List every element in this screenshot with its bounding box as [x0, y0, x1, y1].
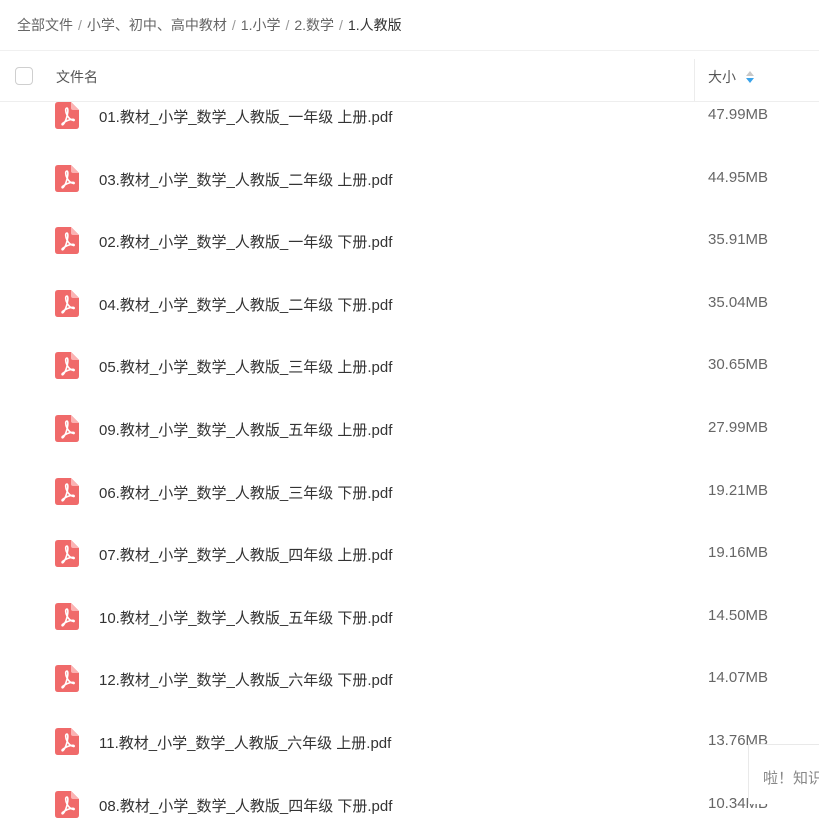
- file-name[interactable]: 07.教材_小学_数学_人教版_四年级 上册.pdf: [99, 544, 392, 565]
- breadcrumb-separator: /: [231, 17, 236, 33]
- breadcrumb-separator: /: [339, 17, 343, 33]
- file-name[interactable]: 12.教材_小学_数学_人教版_六年级 下册.pdf: [99, 669, 392, 690]
- pdf-icon: [55, 289, 79, 317]
- file-name[interactable]: 04.教材_小学_数学_人教版_二年级 下册.pdf: [99, 294, 392, 315]
- file-size: 35.91MB: [708, 231, 769, 249]
- file-row[interactable]: 12.教材_小学_数学_人教版_六年级 下册.pdf 14.07MB: [0, 647, 819, 710]
- breadcrumb-separator: /: [285, 17, 290, 33]
- file-name[interactable]: 05.教材_小学_数学_人教版_三年级 上册.pdf: [99, 356, 392, 377]
- file-name[interactable]: 01.教材_小学_数学_人教版_一年级 上册.pdf: [99, 106, 392, 127]
- select-all-checkbox[interactable]: [15, 67, 33, 85]
- breadcrumb-link[interactable]: 1.小学: [241, 15, 281, 35]
- file-size: 14.50MB: [708, 606, 769, 624]
- file-row[interactable]: 05.教材_小学_数学_人教版_三年级 上册.pdf 30.65MB: [0, 334, 819, 397]
- file-row[interactable]: 01.教材_小学_数学_人教版_一年级 上册.pdf 47.99MB: [0, 84, 819, 147]
- file-name[interactable]: 02.教材_小学_数学_人教版_一年级 下册.pdf: [99, 231, 392, 252]
- pdf-icon: [55, 540, 79, 568]
- file-row[interactable]: 02.教材_小学_数学_人教版_一年级 下册.pdf 35.91MB: [0, 209, 819, 272]
- file-row[interactable]: 09.教材_小学_数学_人教版_五年级 上册.pdf 27.99MB: [0, 397, 819, 460]
- breadcrumb-link[interactable]: 全部文件: [17, 15, 73, 35]
- file-name[interactable]: 03.教材_小学_数学_人教版_二年级 上册.pdf: [99, 169, 392, 190]
- floating-panel[interactable]: 啦！知识: [748, 744, 819, 804]
- file-name[interactable]: 08.教材_小学_数学_人教版_四年级 下册.pdf: [99, 795, 392, 816]
- pdf-icon: [55, 227, 79, 255]
- floating-panel-text: 啦！知识: [763, 770, 819, 787]
- file-size: 44.95MB: [708, 168, 769, 186]
- pdf-icon: [55, 102, 79, 129]
- file-name[interactable]: 06.教材_小学_数学_人教版_三年级 下册.pdf: [99, 482, 392, 503]
- file-name[interactable]: 10.教材_小学_数学_人教版_五年级 下册.pdf: [99, 607, 392, 628]
- breadcrumb-separator: /: [78, 17, 82, 33]
- file-list: 01.教材_小学_数学_人教版_一年级 上册.pdf 47.99MB 03.教材_小…: [0, 84, 819, 819]
- pdf-icon: [55, 602, 79, 630]
- pdf-icon: [55, 164, 79, 192]
- pdf-icon: [55, 352, 79, 380]
- sort-icon[interactable]: [746, 71, 754, 83]
- file-size: 30.65MB: [708, 356, 769, 374]
- pdf-icon: [55, 477, 79, 505]
- breadcrumb: 全部文件 / 小学、初中、高中教材/1.小学/2.数学/1.人教版: [17, 14, 402, 36]
- file-size: 19.16MB: [708, 544, 769, 562]
- file-size: 14.07MB: [708, 669, 769, 687]
- file-row[interactable]: 06.教材_小学_数学_人教版_三年级 下册.pdf 19.21MB: [0, 460, 819, 523]
- file-size: 19.21MB: [708, 481, 769, 499]
- file-name[interactable]: 09.教材_小学_数学_人教版_五年级 上册.pdf: [99, 419, 392, 440]
- breadcrumb-link[interactable]: 2.数学: [294, 15, 334, 35]
- file-row[interactable]: 07.教材_小学_数学_人教版_四年级 上册.pdf 19.16MB: [0, 522, 819, 585]
- file-row[interactable]: 03.教材_小学_数学_人教版_二年级 上册.pdf 44.95MB: [0, 147, 819, 210]
- pdf-icon: [55, 727, 79, 755]
- file-size: 47.99MB: [708, 106, 769, 123]
- file-name[interactable]: 11.教材_小学_数学_人教版_六年级 上册.pdf: [99, 732, 391, 753]
- pdf-icon: [55, 414, 79, 442]
- breadcrumb-current: 1.人教版: [347, 17, 402, 33]
- file-row[interactable]: 08.教材_小学_数学_人教版_四年级 下册.pdf 10.34MB: [0, 773, 819, 819]
- pdf-icon: [55, 665, 79, 693]
- file-row[interactable]: 10.教材_小学_数学_人教版_五年级 下册.pdf 14.50MB: [0, 585, 819, 648]
- pdf-icon: [55, 790, 79, 818]
- breadcrumb-link[interactable]: 小学、初中、高中教材: [87, 15, 227, 35]
- file-size: 27.99MB: [708, 418, 769, 436]
- file-row[interactable]: 04.教材_小学_数学_人教版_二年级 下册.pdf 35.04MB: [0, 272, 819, 335]
- file-size: 35.04MB: [708, 293, 769, 311]
- file-row[interactable]: 11.教材_小学_数学_人教版_六年级 上册.pdf 13.76MB: [0, 710, 819, 773]
